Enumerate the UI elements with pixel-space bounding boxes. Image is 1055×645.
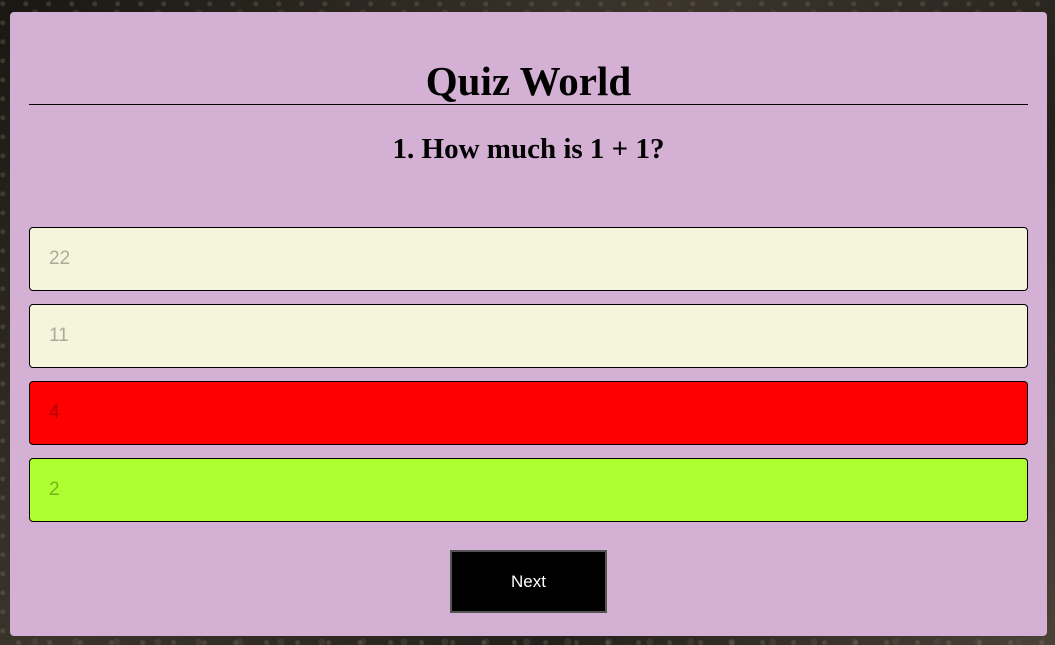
- answer-option-4-correct[interactable]: 2: [29, 458, 1028, 522]
- answer-label: 2: [49, 479, 60, 500]
- answer-label: 22: [49, 248, 71, 269]
- quiz-card: Quiz World 1. How much is 1 + 1? 22 11 4…: [10, 12, 1047, 636]
- answer-option-2[interactable]: 11: [29, 304, 1028, 368]
- answer-label: 4: [49, 402, 60, 423]
- page-title: Quiz World: [29, 58, 1028, 105]
- answer-option-3-incorrect[interactable]: 4: [29, 381, 1028, 445]
- answer-option-1[interactable]: 22: [29, 227, 1028, 291]
- question-text: 1. How much is 1 + 1?: [392, 133, 665, 165]
- answer-label: 11: [49, 325, 69, 346]
- next-button[interactable]: Next: [450, 550, 607, 613]
